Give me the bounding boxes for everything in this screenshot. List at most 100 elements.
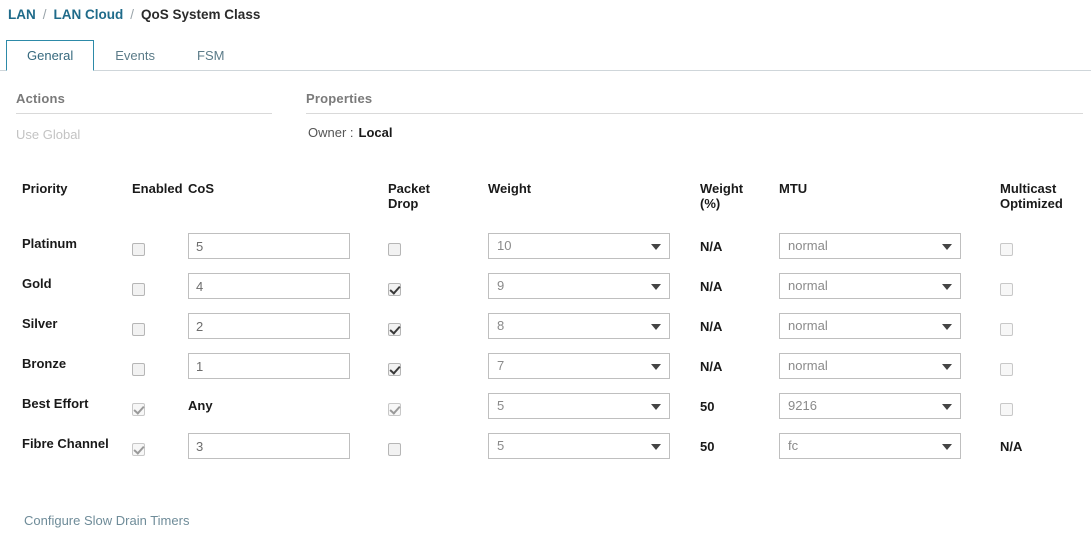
enabled-checkbox[interactable] (132, 443, 145, 457)
priority-label: Platinum (22, 236, 77, 251)
weight-cell: 8 (488, 313, 673, 339)
packet-drop-checkbox[interactable] (388, 363, 401, 377)
weight-percent-value: N/A (700, 319, 723, 334)
mtu-select[interactable]: normal (779, 273, 961, 299)
weight-cell: 9 (488, 273, 673, 299)
multicast-optimized-checkbox[interactable] (1000, 243, 1013, 257)
packet-drop-cell (388, 281, 458, 297)
column-header-weight: Weight (488, 181, 532, 196)
enabled-cell (132, 401, 184, 417)
cos-cell: Any (188, 393, 378, 419)
priority-label: Gold (22, 276, 52, 291)
cos-input[interactable] (188, 313, 350, 339)
actions-title: Actions (16, 91, 66, 106)
mtu-value: 9216 (788, 398, 817, 413)
multicast-optimized-checkbox[interactable] (1000, 323, 1013, 337)
tab-general[interactable]: General (6, 40, 95, 71)
multicast-optimized-checkbox[interactable] (1000, 363, 1013, 377)
owner-value: Local (358, 125, 393, 140)
chevron-down-icon (651, 324, 661, 330)
actions-section: Actions (16, 91, 272, 114)
weight-percent-value: N/A (700, 239, 723, 254)
enabled-checkbox[interactable] (132, 363, 145, 377)
cos-input[interactable] (188, 353, 350, 379)
cos-cell (188, 233, 378, 259)
properties-divider (306, 113, 1083, 114)
weight-value: 7 (497, 358, 505, 373)
multicast-optimized-checkbox[interactable] (1000, 283, 1013, 297)
column-header-weight-pct: Weight (%) (700, 181, 744, 211)
mtu-cell: normal (779, 273, 964, 299)
weight-select[interactable]: 5 (488, 433, 670, 459)
actions-divider (16, 113, 272, 114)
enabled-checkbox[interactable] (132, 243, 145, 257)
weight-select[interactable]: 9 (488, 273, 670, 299)
mtu-value: normal (788, 278, 828, 293)
mtu-select[interactable]: normal (779, 313, 961, 339)
chevron-down-icon (651, 244, 661, 250)
packet-drop-checkbox[interactable] (388, 283, 401, 297)
column-header-mtu: MTU (779, 181, 808, 196)
packet-drop-checkbox[interactable] (388, 403, 401, 417)
column-header-enabled: Enabled (132, 181, 183, 196)
breadcrumb-item-lan[interactable]: LAN (8, 7, 36, 22)
multicast-optimized-checkbox[interactable] (1000, 403, 1013, 417)
breadcrumb-item-lan-cloud[interactable]: LAN Cloud (54, 7, 124, 22)
multicast-optimized-cell (1000, 321, 1085, 337)
cos-cell (188, 353, 378, 379)
weight-select[interactable]: 8 (488, 313, 670, 339)
cos-input[interactable] (188, 233, 350, 259)
chevron-down-icon (942, 444, 952, 450)
table-row: Fibre Channel 5 50 fc N/A (0, 428, 1091, 468)
table-row: Bronze 7 N/A normal (0, 348, 1091, 388)
column-header-packet-drop: Packet Drop (388, 181, 430, 211)
table-row: Platinum 10 N/A normal (0, 228, 1091, 268)
multicast-optimized-cell (1000, 281, 1085, 297)
enabled-cell (132, 241, 184, 257)
weight-select[interactable]: 5 (488, 393, 670, 419)
chevron-down-icon (942, 244, 952, 250)
chevron-down-icon (651, 444, 661, 450)
cos-cell (188, 313, 378, 339)
enabled-checkbox[interactable] (132, 403, 145, 417)
mtu-value: normal (788, 358, 828, 373)
multicast-optimized-value: N/A (1000, 439, 1023, 454)
enabled-cell (132, 441, 184, 457)
packet-drop-checkbox[interactable] (388, 443, 401, 457)
chevron-down-icon (942, 324, 952, 330)
cos-cell (188, 273, 378, 299)
mtu-cell: fc (779, 433, 964, 459)
mtu-select[interactable]: normal (779, 353, 961, 379)
mtu-select[interactable]: normal (779, 233, 961, 259)
mtu-value: normal (788, 238, 828, 253)
tab-fsm[interactable]: FSM (176, 39, 245, 70)
packet-drop-cell (388, 441, 458, 457)
configure-slow-drain-timers-link[interactable]: Configure Slow Drain Timers (24, 513, 189, 528)
weight-value: 10 (497, 238, 512, 253)
weight-percent-value: 50 (700, 439, 715, 454)
table-row: Gold 9 N/A normal (0, 268, 1091, 308)
mtu-select[interactable]: fc (779, 433, 961, 459)
priority-label: Bronze (22, 356, 67, 371)
enabled-checkbox[interactable] (132, 323, 145, 337)
packet-drop-checkbox[interactable] (388, 243, 401, 257)
cos-input[interactable] (188, 433, 350, 459)
mtu-cell: 9216 (779, 393, 964, 419)
mtu-cell: normal (779, 353, 964, 379)
weight-select[interactable]: 7 (488, 353, 670, 379)
weight-percent-value: 50 (700, 399, 715, 414)
packet-drop-checkbox[interactable] (388, 323, 401, 337)
column-header-cos: CoS (188, 181, 214, 196)
packet-drop-cell (388, 401, 458, 417)
cos-input[interactable] (188, 273, 350, 299)
mtu-select[interactable]: 9216 (779, 393, 961, 419)
use-global-action[interactable]: Use Global (16, 127, 80, 142)
priority-label: Fibre Channel (22, 436, 109, 451)
multicast-optimized-cell (1000, 361, 1085, 377)
weight-select[interactable]: 10 (488, 233, 670, 259)
weight-percent-value: N/A (700, 279, 723, 294)
enabled-checkbox[interactable] (132, 283, 145, 297)
mtu-value: normal (788, 318, 828, 333)
weight-cell: 5 (488, 433, 673, 459)
tab-events[interactable]: Events (94, 39, 176, 70)
